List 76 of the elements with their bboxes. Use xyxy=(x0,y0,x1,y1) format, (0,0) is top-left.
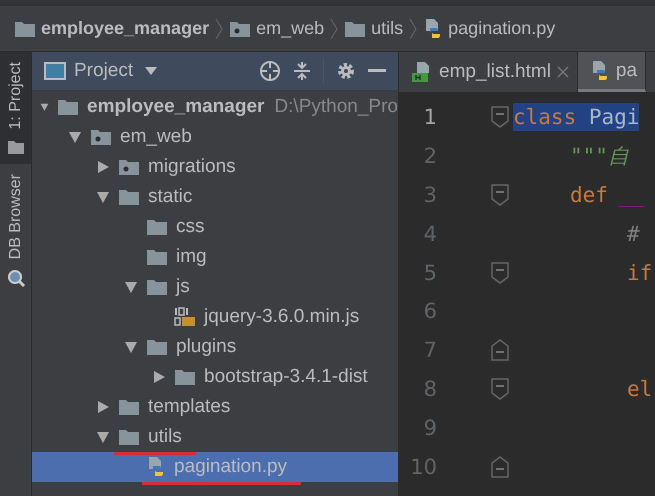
caret-right-icon[interactable] xyxy=(96,400,110,414)
tree-item[interactable]: img xyxy=(32,242,398,272)
chevron-right-icon xyxy=(409,18,418,40)
breadcrumb-item[interactable]: employee_manager xyxy=(14,18,210,39)
fold-marker-icon[interactable] xyxy=(491,378,509,400)
fold-marker-icon[interactable] xyxy=(491,456,509,478)
folder-icon xyxy=(146,278,168,296)
folder-icon xyxy=(146,338,168,356)
code-line: """自 xyxy=(570,143,629,170)
code-line: # xyxy=(627,220,640,248)
chevron-right-icon xyxy=(215,18,224,40)
folder-icon xyxy=(344,20,366,38)
folder-icon xyxy=(146,248,168,266)
line-number: 9 xyxy=(422,416,437,440)
window-icon xyxy=(44,61,66,81)
tree-item[interactable]: css xyxy=(32,212,398,242)
collapse-all-icon[interactable] xyxy=(293,61,311,81)
line-number: 4 xyxy=(422,222,437,246)
line-number: 7 xyxy=(422,338,437,362)
caret-down-icon[interactable] xyxy=(96,430,110,444)
line-number: 3 xyxy=(422,182,437,207)
breadcrumb-item[interactable]: em_web xyxy=(229,18,324,39)
fold-marker-icon[interactable] xyxy=(491,184,509,206)
python-file-icon xyxy=(146,456,166,478)
js-file-icon xyxy=(174,307,196,327)
tree-item[interactable]: plugins xyxy=(32,332,398,362)
line-number: 5 xyxy=(422,260,437,285)
side-tab[interactable]: DB Browser xyxy=(0,164,31,297)
caret-down-icon[interactable] xyxy=(124,280,138,294)
side-tab[interactable]: 1: Project xyxy=(0,52,31,164)
tree-item[interactable]: static xyxy=(32,182,398,212)
tree-item[interactable]: jquery-3.6.0.min.js xyxy=(32,302,398,332)
tree-item[interactable]: templates xyxy=(32,392,398,422)
tree-item[interactable]: migrations xyxy=(32,152,398,182)
settings-icon[interactable] xyxy=(336,61,356,81)
close-icon[interactable] xyxy=(556,66,569,78)
editor-tab[interactable]: pa xyxy=(578,52,646,92)
folder-icon xyxy=(14,20,36,38)
folder-icon xyxy=(8,140,24,154)
magnifier-icon xyxy=(6,268,24,287)
breadcrumb-item[interactable]: utils xyxy=(344,18,404,39)
editor-tab[interactable]: emp_list.html xyxy=(399,52,578,92)
tree-item[interactable]: employee_manager D:\Python_Pro xyxy=(32,92,398,122)
crosshair-icon[interactable] xyxy=(259,60,281,82)
folder-icon xyxy=(118,188,140,206)
folder-icon xyxy=(146,218,168,236)
tree-item[interactable]: em_web xyxy=(32,122,398,152)
caret-down-icon[interactable] xyxy=(96,190,110,204)
code-line: def __ xyxy=(570,182,644,209)
line-number: 2 xyxy=(422,144,437,168)
folder-icon xyxy=(118,398,140,416)
code-line: el xyxy=(627,376,652,403)
caret-right-icon[interactable] xyxy=(152,370,166,384)
tree-item[interactable]: js xyxy=(32,272,398,302)
folder-icon xyxy=(174,368,196,386)
breadcrumb-item[interactable]: pagination.py xyxy=(423,18,556,40)
caret-right-icon[interactable] xyxy=(96,160,110,174)
code-line: if xyxy=(627,260,652,287)
folder-icon xyxy=(118,428,140,446)
line-number: 8 xyxy=(422,376,437,401)
caret-down-icon[interactable] xyxy=(68,130,82,144)
tree-item[interactable]: utils xyxy=(32,422,398,452)
line-number: 1 xyxy=(422,105,437,130)
project-path: D:\Python_Pro xyxy=(274,96,398,118)
folder-icon xyxy=(57,98,79,116)
panel-title[interactable]: Project xyxy=(74,60,134,82)
fold-marker-icon[interactable] xyxy=(491,339,509,362)
minimize-icon[interactable] xyxy=(368,69,386,73)
tree-item[interactable]: bootstrap-3.4.1-dist xyxy=(32,362,398,392)
chevron-right-icon xyxy=(330,18,338,40)
fold-marker-icon[interactable] xyxy=(491,262,509,284)
line-number: 10 xyxy=(409,454,437,479)
caret-down-icon[interactable] xyxy=(124,340,138,354)
caret-down-icon[interactable] xyxy=(145,67,158,75)
fold-marker-icon[interactable] xyxy=(491,106,509,128)
line-number: 6 xyxy=(422,299,437,324)
